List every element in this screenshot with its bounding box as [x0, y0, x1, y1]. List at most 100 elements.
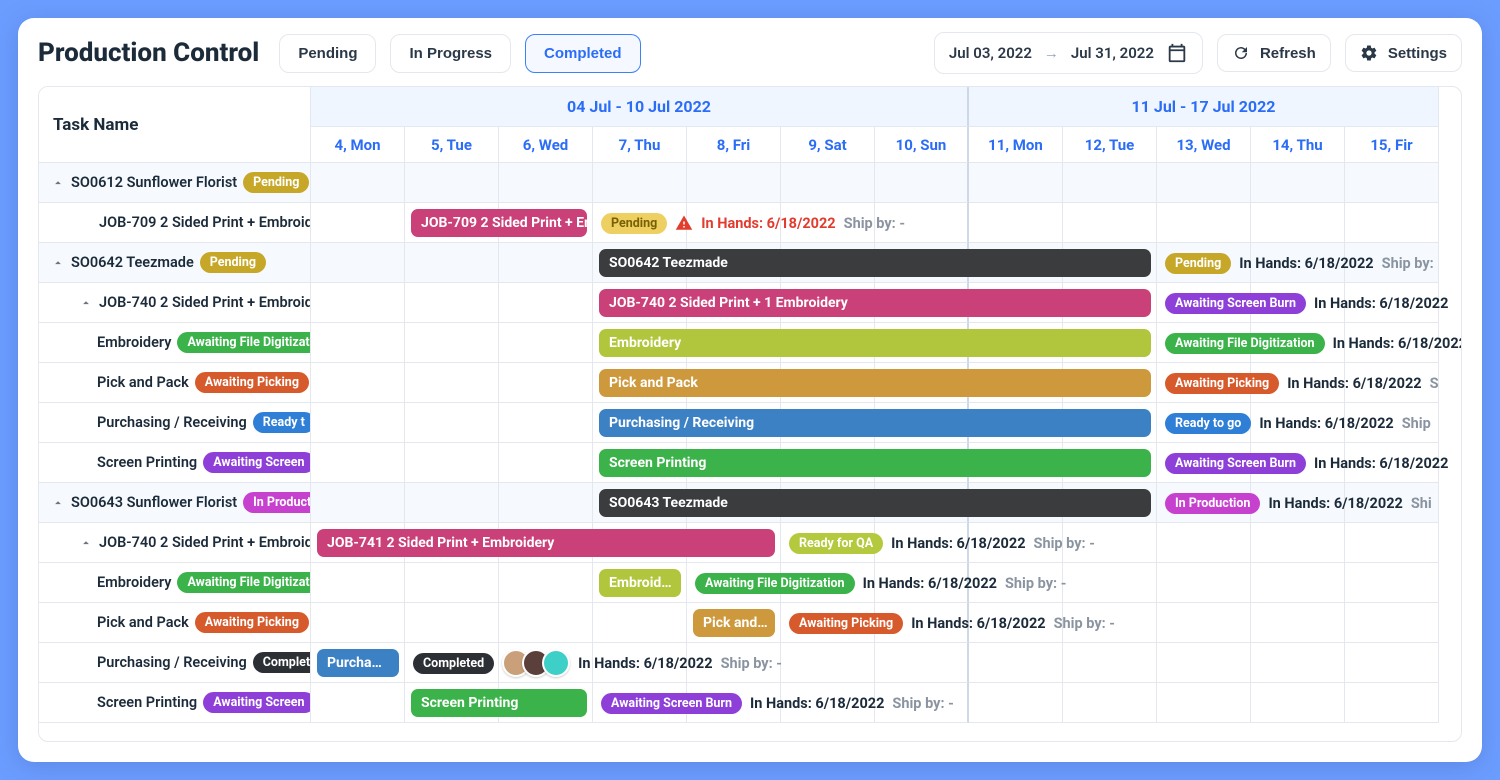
gantt-cell [405, 443, 499, 483]
task-row-label[interactable]: JOB-740 2 Sided Print + Embroider [39, 283, 311, 323]
ship-by-text: Ship by: - [721, 655, 782, 672]
gantt-cell [1251, 683, 1345, 723]
column-header-taskname: Task Name [39, 87, 311, 163]
day-header: 5, Tue [405, 127, 499, 163]
gantt-bar[interactable]: Embroidery [599, 329, 1151, 357]
group-row-label[interactable]: SO0642 Teezmade Pending [39, 243, 311, 283]
gantt-cell [499, 243, 593, 283]
gantt-cell [1251, 523, 1345, 563]
row-title: JOB-740 2 Sided Print + Embroider [99, 534, 311, 551]
gantt-cell [1251, 603, 1345, 643]
avatar [542, 649, 570, 677]
gantt-cell [405, 563, 499, 603]
task-row-label[interactable]: JOB-740 2 Sided Print + Embroider [39, 523, 311, 563]
ship-by-text: Ship [1402, 415, 1431, 432]
row-extras: PendingIn Hands: 6/18/2022Ship by: [1165, 243, 1434, 283]
in-hands-text: In Hands: 6/18/2022 [701, 215, 835, 232]
gantt-bar[interactable]: Purcha… [317, 649, 399, 677]
date-range-picker[interactable]: Jul 03, 2022 → Jul 31, 2022 [934, 32, 1203, 74]
day-header: 4, Mon [311, 127, 405, 163]
row-title: Pick and Pack [97, 374, 189, 391]
gantt-cell [969, 203, 1063, 243]
status-badge: Ready t [253, 412, 311, 433]
row-title: Screen Printing [97, 694, 197, 711]
row-extras: Awaiting Screen BurnIn Hands: 6/18/2022 [1165, 283, 1448, 323]
gantt-cell [1063, 683, 1157, 723]
status-badge: Awaiting File Digitization [695, 573, 855, 594]
gantt-bar[interactable]: JOB-740 2 Sided Print + 1 Embroidery [599, 289, 1151, 317]
in-hands-text: In Hands: 6/18/2022 [578, 655, 712, 672]
task-row-label[interactable]: Screen Printing Awaiting Screen [39, 683, 311, 723]
status-badge: Pending [200, 252, 266, 273]
tab-in-progress[interactable]: In Progress [390, 34, 511, 73]
task-row-label[interactable]: Pick and Pack Awaiting Picking [39, 603, 311, 643]
gantt-bar[interactable]: JOB-741 2 Sided Print + Embroidery [317, 529, 775, 557]
task-row-label[interactable]: Embroidery Awaiting File Digitizat [39, 563, 311, 603]
gantt-cell [311, 483, 405, 523]
row-title: Screen Printing [97, 454, 197, 471]
gantt-cell [1345, 643, 1439, 683]
gantt-bar[interactable]: SO0643 Teezmade [599, 489, 1151, 517]
chevron-up-icon [79, 296, 93, 310]
gantt-cell [1251, 203, 1345, 243]
status-badge: Awaiting Screen Burn [1165, 453, 1306, 474]
day-header: 15, Fir [1345, 127, 1439, 163]
gantt-bar[interactable]: JOB-709 2 Sided Print + Embroidery [411, 209, 587, 237]
refresh-button[interactable]: Refresh [1217, 34, 1331, 72]
task-row-label[interactable]: Purchasing / Receiving Ready t [39, 403, 311, 443]
gantt-cell [311, 163, 405, 203]
gantt-cell [1345, 163, 1439, 203]
gantt-bar[interactable]: Pick and… [693, 609, 775, 637]
settings-button[interactable]: Settings [1345, 34, 1462, 72]
gantt-cell [499, 603, 593, 643]
task-row-label[interactable]: Embroidery Awaiting File Digitizat [39, 323, 311, 363]
gantt-cell [311, 283, 405, 323]
row-title: Embroidery [97, 574, 171, 591]
gantt-cell [311, 323, 405, 363]
arrow-right-icon: → [1044, 44, 1059, 62]
gantt-cell [1345, 683, 1439, 723]
ship-by-text: Ship by: - [1034, 535, 1095, 552]
page-title: Production Control [38, 38, 259, 68]
ship-by-text: Ship by: - [1054, 615, 1115, 632]
tab-pending[interactable]: Pending [279, 34, 376, 73]
gantt-cell [875, 163, 969, 203]
in-hands-text: In Hands: 6/18/2022 [1259, 415, 1393, 432]
gantt-cell [1063, 563, 1157, 603]
row-extras: Awaiting PickingIn Hands: 6/18/2022S [1165, 363, 1439, 403]
task-row-label[interactable]: Pick and Pack Awaiting Picking [39, 363, 311, 403]
row-title: Purchasing / Receiving [97, 414, 247, 431]
gantt-cell [311, 203, 405, 243]
row-extras: Awaiting Screen BurnIn Hands: 6/18/2022 [1165, 443, 1448, 483]
gantt-bar[interactable]: Pick and Pack [599, 369, 1151, 397]
task-row-label[interactable]: JOB-709 2 Sided Print + Embroider [39, 203, 311, 243]
gantt-cell [405, 283, 499, 323]
row-title: SO0643 Sunflower Florist [71, 494, 237, 511]
gantt-cell [499, 283, 593, 323]
tab-completed[interactable]: Completed [525, 34, 641, 73]
status-badge: Awaiting Picking [789, 613, 903, 634]
gantt-bar[interactable]: Screen Printing [599, 449, 1151, 477]
gantt-cell [1345, 603, 1439, 643]
in-hands-text: In Hands: 6/18/2022 [750, 695, 884, 712]
gantt-bar[interactable]: Embroid… [599, 569, 681, 597]
app-window: Production Control Pending In Progress C… [18, 18, 1482, 762]
gantt-bar[interactable]: Purchasing / Receiving [599, 409, 1151, 437]
gantt-cell [499, 563, 593, 603]
gantt-cell [311, 563, 405, 603]
avatar-group [502, 649, 570, 677]
row-extras: Awaiting Picking In Hands: 6/18/2022 Ship … [789, 603, 1115, 643]
task-row-label[interactable]: Screen Printing Awaiting Screen [39, 443, 311, 483]
gantt-cell [969, 683, 1063, 723]
task-row-label[interactable]: Purchasing / Receiving Complete [39, 643, 311, 683]
gantt-cell [1063, 163, 1157, 203]
group-row-label[interactable]: SO0612 Sunflower Florist Pending [39, 163, 311, 203]
row-extras: PendingIn Hands: 6/18/2022Ship by: - [601, 203, 905, 243]
in-hands-text: In Hands: 6/18/2022 [911, 615, 1045, 632]
gantt-bar[interactable]: SO0642 Teezmade [599, 249, 1151, 277]
group-row-label[interactable]: SO0643 Sunflower Florist In Production [39, 483, 311, 523]
gantt-cell [499, 163, 593, 203]
chevron-up-icon [79, 536, 93, 550]
gantt-cell [1063, 643, 1157, 683]
gantt-bar[interactable]: Screen Printing [411, 689, 587, 717]
